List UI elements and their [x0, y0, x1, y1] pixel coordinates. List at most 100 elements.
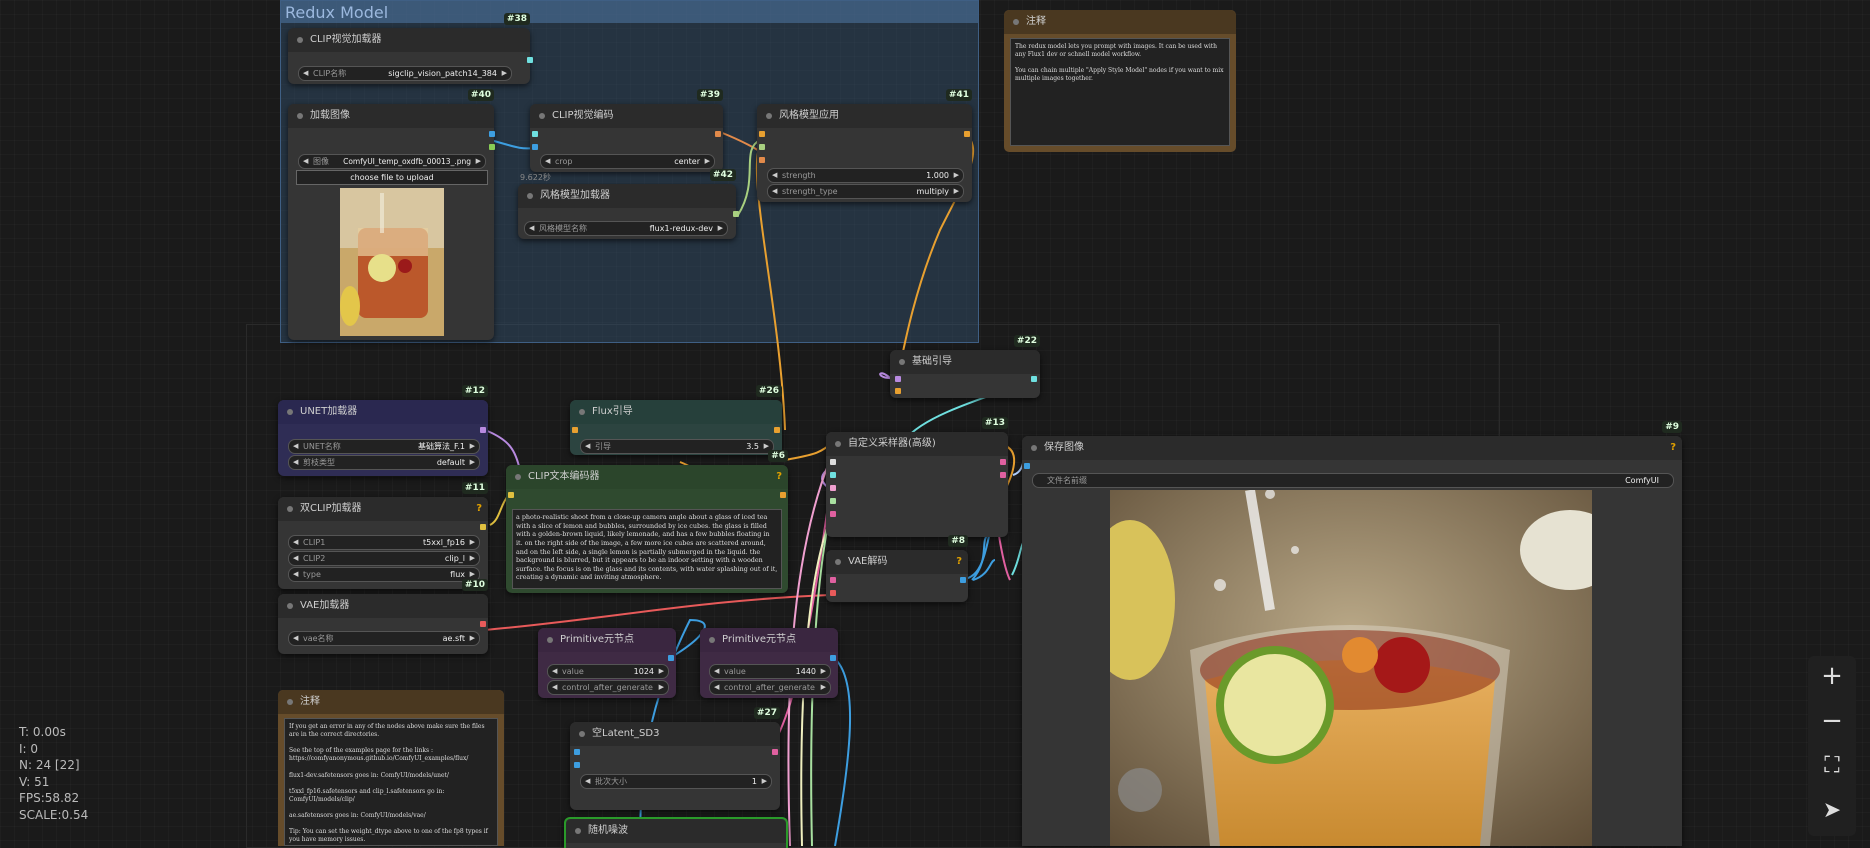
node-header[interactable]: 双CLIP加载器?	[278, 497, 488, 521]
help-icon[interactable]: ?	[776, 465, 782, 489]
collapse-dot[interactable]	[1031, 445, 1037, 451]
input-slot-noise[interactable]	[830, 459, 836, 465]
output-slot[interactable]	[780, 492, 786, 498]
arrow-right-icon[interactable]: ▶	[502, 67, 507, 80]
arrow-left-icon[interactable]: ◀	[293, 536, 298, 549]
arrow-right-icon[interactable]: ▶	[762, 775, 767, 788]
node-header[interactable]: 自定义采样器(高级)	[826, 432, 1008, 456]
arrow-left-icon[interactable]: ◀	[293, 632, 298, 645]
arrow-left-icon[interactable]: ◀	[545, 155, 550, 168]
arrow-left-icon[interactable]: ◀	[529, 222, 534, 235]
collapse-dot[interactable]	[287, 506, 293, 512]
input-slot-sampler[interactable]	[830, 485, 836, 491]
arrow-left-icon[interactable]: ◀	[552, 681, 557, 694]
input-slot-clip-vision[interactable]	[532, 131, 538, 137]
output-slot-output[interactable]	[1000, 459, 1006, 465]
arrow-right-icon[interactable]: ▶	[705, 155, 710, 168]
locate-button[interactable]: ➤	[1812, 791, 1852, 831]
combo-style-model[interactable]: ◀ 风格模型名称 flux1-redux-dev ▶	[524, 221, 728, 236]
combo-type[interactable]: ◀ type flux ▶	[288, 567, 480, 582]
node-flux-guidance[interactable]: #26 Flux引导 ◀ 引导 3.5 ▶	[570, 385, 782, 455]
combo-image[interactable]: ◀ 图像 ComfyUI_temp_oxdfb_00013_.png ▶	[298, 154, 486, 169]
node-style-model-loader[interactable]: #42 风格模型加载器 ◀ 风格模型名称 flux1-redux-dev ▶	[518, 169, 739, 239]
node-empty-latent-sd3[interactable]: #27 空Latent_SD3 ◀ 批次大小 1 ▶	[570, 707, 780, 810]
arrow-left-icon[interactable]: ◀	[303, 67, 308, 80]
arrow-right-icon[interactable]: ▶	[954, 169, 959, 182]
output-image-preview[interactable]	[1110, 490, 1592, 846]
node-custom-sampler-advanced[interactable]: #13 自定义采样器(高级)	[826, 417, 1008, 537]
arrow-left-icon[interactable]: ◀	[585, 440, 590, 453]
node-header[interactable]: 风格模型应用	[757, 104, 972, 128]
output-slot-mask[interactable]	[489, 144, 495, 150]
combo-unet-name[interactable]: ◀ UNET名称 基础算法_F.1 ▶	[288, 439, 480, 454]
arrow-left-icon[interactable]: ◀	[714, 665, 719, 678]
input-slot-conditioning[interactable]	[895, 388, 901, 394]
node-basic-guider[interactable]: #22 基础引导	[890, 335, 1040, 398]
node-header[interactable]: VAE解码?	[826, 550, 968, 574]
arrow-right-icon[interactable]: ▶	[954, 185, 959, 198]
output-slot[interactable]	[772, 749, 778, 755]
output-slot[interactable]	[733, 211, 739, 217]
node-primitive-width[interactable]: Primitive元节点 ◀ value 1024 ▶ ◀ control_after_…	[538, 628, 676, 698]
output-slot[interactable]	[960, 577, 966, 583]
node-style-model-apply[interactable]: #41 风格模型应用 ◀ strength 1.000 ▶ ◀ strength_typ…	[757, 89, 972, 202]
combo-vae-name[interactable]: ◀ vae名称 ae.sft ▶	[288, 631, 480, 646]
input-slot-image[interactable]	[532, 144, 538, 150]
arrow-left-icon[interactable]: ◀	[293, 568, 298, 581]
collapse-dot[interactable]	[766, 113, 772, 119]
output-slot[interactable]	[668, 655, 674, 661]
text-filename-prefix[interactable]: 文件名前缀 ComfyUI	[1032, 473, 1674, 488]
node-header[interactable]: CLIP视觉加载器	[288, 28, 530, 52]
node-vae-loader[interactable]: #10 VAE加载器 ◀ vae名称 ae.sft ▶	[278, 579, 488, 654]
collapse-dot[interactable]	[287, 603, 293, 609]
number-strength[interactable]: ◀ strength 1.000 ▶	[767, 168, 964, 183]
input-slot-clip-vision-output[interactable]	[759, 157, 765, 163]
output-slot[interactable]	[715, 131, 721, 137]
note-text[interactable]: The redux model lets you prompt with ima…	[1010, 38, 1230, 146]
arrow-right-icon[interactable]: ▶	[470, 456, 475, 469]
input-slot-vae[interactable]	[830, 590, 836, 596]
zoom-out-button[interactable]: −	[1812, 701, 1852, 741]
upload-button[interactable]: choose file to upload	[296, 170, 488, 185]
output-slot-image[interactable]	[489, 131, 495, 137]
collapse-dot[interactable]	[527, 193, 533, 199]
combo-control-after-generate[interactable]: ◀ control_after_generate ▶	[547, 680, 669, 695]
input-slot-style-model[interactable]	[759, 144, 765, 150]
arrow-left-icon[interactable]: ◀	[714, 681, 719, 694]
output-slot[interactable]	[774, 427, 780, 433]
collapse-dot[interactable]	[539, 113, 545, 119]
zoom-in-button[interactable]: +	[1812, 656, 1852, 696]
node-save-image[interactable]: #9 保存图像? 文件名前缀 ComfyUI	[1022, 421, 1682, 846]
collapse-dot[interactable]	[515, 474, 521, 480]
collapse-dot[interactable]	[287, 699, 293, 705]
input-slot-sigmas[interactable]	[830, 498, 836, 504]
note-text[interactable]: If you get an error in any of the nodes …	[284, 718, 498, 846]
node-header[interactable]: VAE加载器	[278, 594, 488, 618]
node-clip-vision-loader[interactable]: #38 CLIP视觉加载器 ◀ CLIP名称 sigclip_vision_patc…	[288, 13, 533, 84]
node-unet-loader[interactable]: #12 UNET加载器 ◀ UNET名称 基础算法_F.1 ▶ ◀ 剪枝类型 defaul…	[278, 385, 488, 476]
node-primitive-height[interactable]: Primitive元节点 ◀ value 1440 ▶ ◀ control_after_…	[700, 628, 838, 698]
collapse-dot[interactable]	[579, 731, 585, 737]
input-slot-guider[interactable]	[830, 472, 836, 478]
arrow-right-icon[interactable]: ▶	[659, 665, 664, 678]
arrow-right-icon[interactable]: ▶	[476, 155, 481, 168]
collapse-dot[interactable]	[575, 828, 581, 834]
number-batch-size[interactable]: ◀ 批次大小 1 ▶	[580, 774, 772, 789]
output-slot[interactable]	[830, 655, 836, 661]
collapse-dot[interactable]	[1013, 19, 1019, 25]
node-random-noise[interactable]: 随机噪波	[564, 817, 788, 848]
input-slot-samples[interactable]	[830, 577, 836, 583]
collapse-dot[interactable]	[709, 637, 715, 643]
input-slot-width[interactable]	[574, 749, 580, 755]
node-header[interactable]: CLIP视觉编码	[530, 104, 723, 128]
node-header[interactable]: 随机噪波	[566, 819, 786, 843]
input-slot-latent[interactable]	[830, 511, 836, 517]
node-header[interactable]: 注释	[1004, 10, 1236, 34]
number-guidance[interactable]: ◀ 引导 3.5 ▶	[580, 439, 774, 454]
combo-weight-dtype[interactable]: ◀ 剪枝类型 default ▶	[288, 455, 480, 470]
arrow-left-icon[interactable]: ◀	[772, 169, 777, 182]
input-slot-images[interactable]	[1024, 463, 1030, 469]
help-icon[interactable]: ?	[1670, 436, 1676, 460]
arrow-right-icon[interactable]: ▶	[821, 665, 826, 678]
note-node-bottom[interactable]: 注释 If you get an error in any of the nod…	[278, 690, 504, 846]
